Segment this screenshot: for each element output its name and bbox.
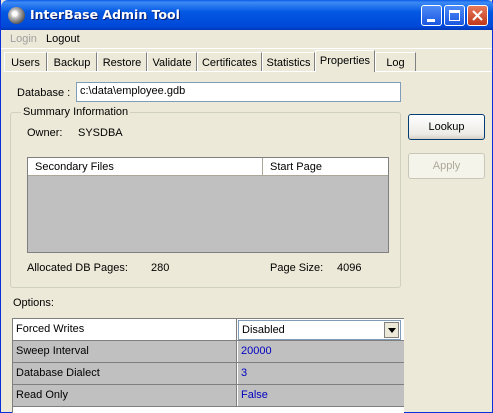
database-dialect-value[interactable]: 3 — [238, 363, 404, 384]
summary-caption: Summary Information — [21, 106, 131, 118]
options-label: Options: — [13, 297, 54, 309]
grid-row: Sweep Interval 20000 — [13, 341, 404, 363]
option-name: Database Dialect — [13, 363, 237, 384]
tab-certificates[interactable]: Certificates — [197, 52, 262, 72]
tab-properties[interactable]: Properties — [315, 50, 375, 72]
tab-statistics[interactable]: Statistics — [262, 52, 315, 72]
allocated-pages-label: Allocated DB Pages: — [27, 262, 128, 274]
grid-row: Database Dialect 3 — [13, 363, 404, 385]
title-bar[interactable]: InterBase Admin Tool — [1, 0, 493, 30]
page-size-label: Page Size: — [270, 262, 324, 274]
lookup-button[interactable]: Lookup — [408, 114, 485, 140]
chevron-down-icon — [388, 328, 396, 333]
menu-separator — [1, 48, 492, 49]
column-separator[interactable] — [262, 158, 263, 176]
forced-writes-value: Disabled — [242, 324, 285, 336]
close-button[interactable] — [467, 5, 488, 26]
grid-row: Read Only False — [13, 385, 404, 407]
dropdown-button[interactable] — [384, 322, 399, 338]
page-size-value: 4096 — [337, 262, 362, 274]
database-field[interactable]: c:\data\employee.gdb — [76, 82, 401, 102]
tab-strip: Users Backup Restore Validate Certificat… — [1, 50, 493, 72]
close-icon — [472, 10, 483, 21]
tab-panel-border — [3, 71, 491, 72]
tab-restore[interactable]: Restore — [97, 52, 147, 72]
column-start-page[interactable]: Start Page — [270, 161, 322, 173]
option-name: Sweep Interval — [13, 341, 237, 362]
option-name: Read Only — [13, 385, 237, 406]
sweep-interval-value[interactable]: 20000 — [238, 341, 404, 362]
tab-validate[interactable]: Validate — [147, 52, 197, 72]
database-label: Database : — [17, 87, 71, 99]
maximize-icon — [449, 10, 460, 21]
minimize-icon — [427, 19, 435, 22]
tab-log[interactable]: Log — [375, 52, 416, 72]
option-name: Forced Writes — [13, 319, 237, 340]
maximize-button[interactable] — [444, 5, 465, 26]
app-icon[interactable] — [8, 7, 25, 24]
tab-backup[interactable]: Backup — [47, 52, 97, 72]
list-header: Secondary Files Start Page — [28, 158, 388, 176]
tab-users[interactable]: Users — [4, 52, 47, 72]
app-window: InterBase Admin Tool Login Logout Users … — [0, 0, 493, 413]
allocated-pages-value: 280 — [151, 262, 170, 274]
owner-value: SYSDBA — [78, 127, 123, 139]
window-title: InterBase Admin Tool — [30, 7, 180, 22]
forced-writes-select[interactable]: Disabled — [238, 320, 401, 340]
column-secondary-files[interactable]: Secondary Files — [35, 161, 114, 173]
options-grid: Forced Writes Disabled Sweep Interval 20… — [12, 318, 404, 413]
menu-bar: Login Logout — [2, 30, 492, 48]
grid-row: Forced Writes Disabled — [13, 319, 404, 341]
secondary-files-list[interactable]: Secondary Files Start Page — [27, 157, 389, 253]
menu-logout[interactable]: Logout — [46, 33, 80, 45]
read-only-value[interactable]: False — [238, 385, 404, 406]
owner-label: Owner: — [27, 127, 63, 139]
minimize-button[interactable] — [421, 5, 442, 26]
menu-login[interactable]: Login — [10, 33, 37, 45]
apply-button[interactable]: Apply — [408, 153, 485, 179]
